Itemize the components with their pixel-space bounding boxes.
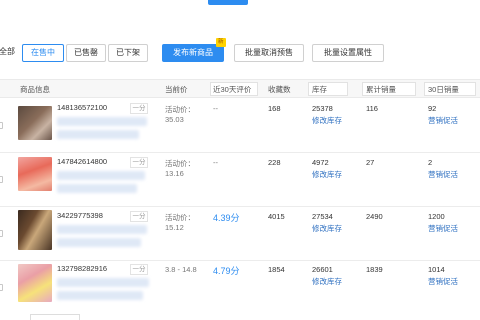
product-id[interactable]: 132798282916 bbox=[57, 264, 107, 273]
filter-on-sale-tab[interactable]: 在售中 bbox=[22, 44, 64, 62]
edit-stock-link[interactable]: 修改库存 bbox=[312, 223, 342, 234]
edit-stock-link[interactable]: 修改库存 bbox=[312, 115, 342, 126]
promo-link[interactable]: 营销促活 bbox=[428, 115, 458, 126]
blurred-title-line bbox=[57, 291, 143, 300]
sales-30d-value: 1200 bbox=[428, 212, 445, 221]
bottom-button-edge[interactable] bbox=[30, 314, 80, 320]
score-tag: 一分 bbox=[130, 211, 148, 222]
row-checkbox[interactable] bbox=[0, 230, 3, 237]
blurred-title-line bbox=[57, 238, 141, 247]
price-label: 活动价： bbox=[165, 105, 195, 114]
filter-sold-out-tab[interactable]: 已售罄 bbox=[66, 44, 106, 62]
row-checkbox[interactable] bbox=[0, 284, 3, 291]
score-tag: 一分 bbox=[130, 157, 148, 168]
table-row: 34229775398 一分 活动价： 15.12 4.39分 4015 275… bbox=[0, 207, 480, 261]
batch-cancel-presale-button[interactable]: 批量取消预售 bbox=[234, 44, 304, 62]
price-label: 活动价： bbox=[165, 159, 195, 168]
edit-stock-link[interactable]: 修改库存 bbox=[312, 276, 342, 287]
table-row: 147842614800 一分 活动价： 13.16 -- 228 4972 修… bbox=[0, 153, 480, 207]
filter-all-tab[interactable]: 全部 bbox=[0, 44, 16, 62]
sales-30d-value: 2 bbox=[428, 158, 433, 167]
price-value: 35.03 bbox=[165, 115, 184, 124]
table-row: 132798282916 一分 3.8 - 14.8 4.79分 1854 26… bbox=[0, 261, 480, 320]
favorites-value: 4015 bbox=[268, 212, 285, 221]
product-thumbnail[interactable] bbox=[18, 157, 52, 191]
row-checkbox[interactable] bbox=[0, 122, 3, 129]
product-thumbnail[interactable] bbox=[18, 210, 52, 250]
price-value: 15.12 bbox=[165, 223, 184, 232]
filter-toolbar: 全部 在售中 已售罄 已下架 发布新商品 批量取消预售 批量设置属性 bbox=[0, 44, 480, 64]
publish-new-product-button[interactable]: 发布新商品 bbox=[162, 44, 224, 62]
col-favorites[interactable]: 收藏数 bbox=[268, 84, 291, 95]
row-checkbox[interactable] bbox=[0, 176, 3, 183]
total-sales-value: 2490 bbox=[366, 212, 383, 221]
favorites-value: 228 bbox=[268, 158, 281, 167]
edit-stock-link[interactable]: 修改库存 bbox=[312, 169, 342, 180]
total-sales-value: 116 bbox=[366, 104, 378, 113]
favorites-value: 1854 bbox=[268, 265, 285, 274]
product-thumbnail[interactable] bbox=[18, 264, 52, 302]
blurred-title-line bbox=[57, 278, 149, 287]
total-sales-value: 1839 bbox=[366, 265, 383, 274]
total-sales-value: 27 bbox=[366, 158, 375, 167]
price-label: 活动价： bbox=[165, 213, 195, 222]
col-rating-30d[interactable]: 近30天评价 bbox=[213, 84, 251, 95]
filter-off-shelf-tab[interactable]: 已下架 bbox=[108, 44, 148, 62]
product-id[interactable]: 148136572100 bbox=[57, 103, 107, 112]
col-total-sales[interactable]: 累计销量 bbox=[366, 84, 396, 95]
rating-value: 4.39分 bbox=[213, 213, 240, 223]
table-row: 148136572100 一分 活动价： 35.03 -- 168 25378 … bbox=[0, 99, 480, 153]
promo-link[interactable]: 营销促活 bbox=[428, 169, 458, 180]
table-header: 商品信息 当前价 近30天评价 收藏数 库存 累计销量 30日销量 bbox=[0, 79, 480, 98]
col-product-info: 商品信息 bbox=[20, 85, 50, 94]
blurred-title-line bbox=[57, 184, 137, 193]
stock-value: 27534 bbox=[312, 212, 333, 221]
rating-value: 4.79分 bbox=[213, 266, 240, 276]
col-sales-30d[interactable]: 30日销量 bbox=[428, 84, 459, 95]
score-tag: 一分 bbox=[130, 264, 148, 275]
col-current-price[interactable]: 当前价 bbox=[165, 84, 188, 95]
promo-link[interactable]: 营销促活 bbox=[428, 223, 458, 234]
col-stock[interactable]: 库存 bbox=[312, 84, 327, 95]
top-blue-button-edge[interactable] bbox=[208, 0, 248, 5]
product-thumbnail[interactable] bbox=[18, 106, 52, 140]
score-tag: 一分 bbox=[130, 103, 148, 114]
publish-new-badge: 新 bbox=[216, 38, 226, 47]
blurred-title-line bbox=[57, 225, 147, 234]
price-value: 3.8 - 14.8 bbox=[165, 265, 197, 274]
product-id[interactable]: 34229775398 bbox=[57, 211, 103, 220]
favorites-value: 168 bbox=[268, 104, 281, 113]
price-value: 13.16 bbox=[165, 169, 184, 178]
stock-value: 4972 bbox=[312, 158, 329, 167]
rating-value: -- bbox=[213, 104, 218, 113]
sales-30d-value: 92 bbox=[428, 104, 437, 113]
batch-set-attributes-button[interactable]: 批量设置属性 bbox=[312, 44, 384, 62]
rating-value: -- bbox=[213, 158, 218, 167]
stock-value: 26601 bbox=[312, 265, 333, 274]
stock-value: 25378 bbox=[312, 104, 333, 113]
product-id[interactable]: 147842614800 bbox=[57, 157, 107, 166]
promo-link[interactable]: 营销促活 bbox=[428, 276, 458, 287]
blurred-title-line bbox=[57, 117, 147, 126]
blurred-title-line bbox=[57, 130, 139, 139]
blurred-title-line bbox=[57, 171, 145, 180]
sales-30d-value: 1014 bbox=[428, 265, 445, 274]
